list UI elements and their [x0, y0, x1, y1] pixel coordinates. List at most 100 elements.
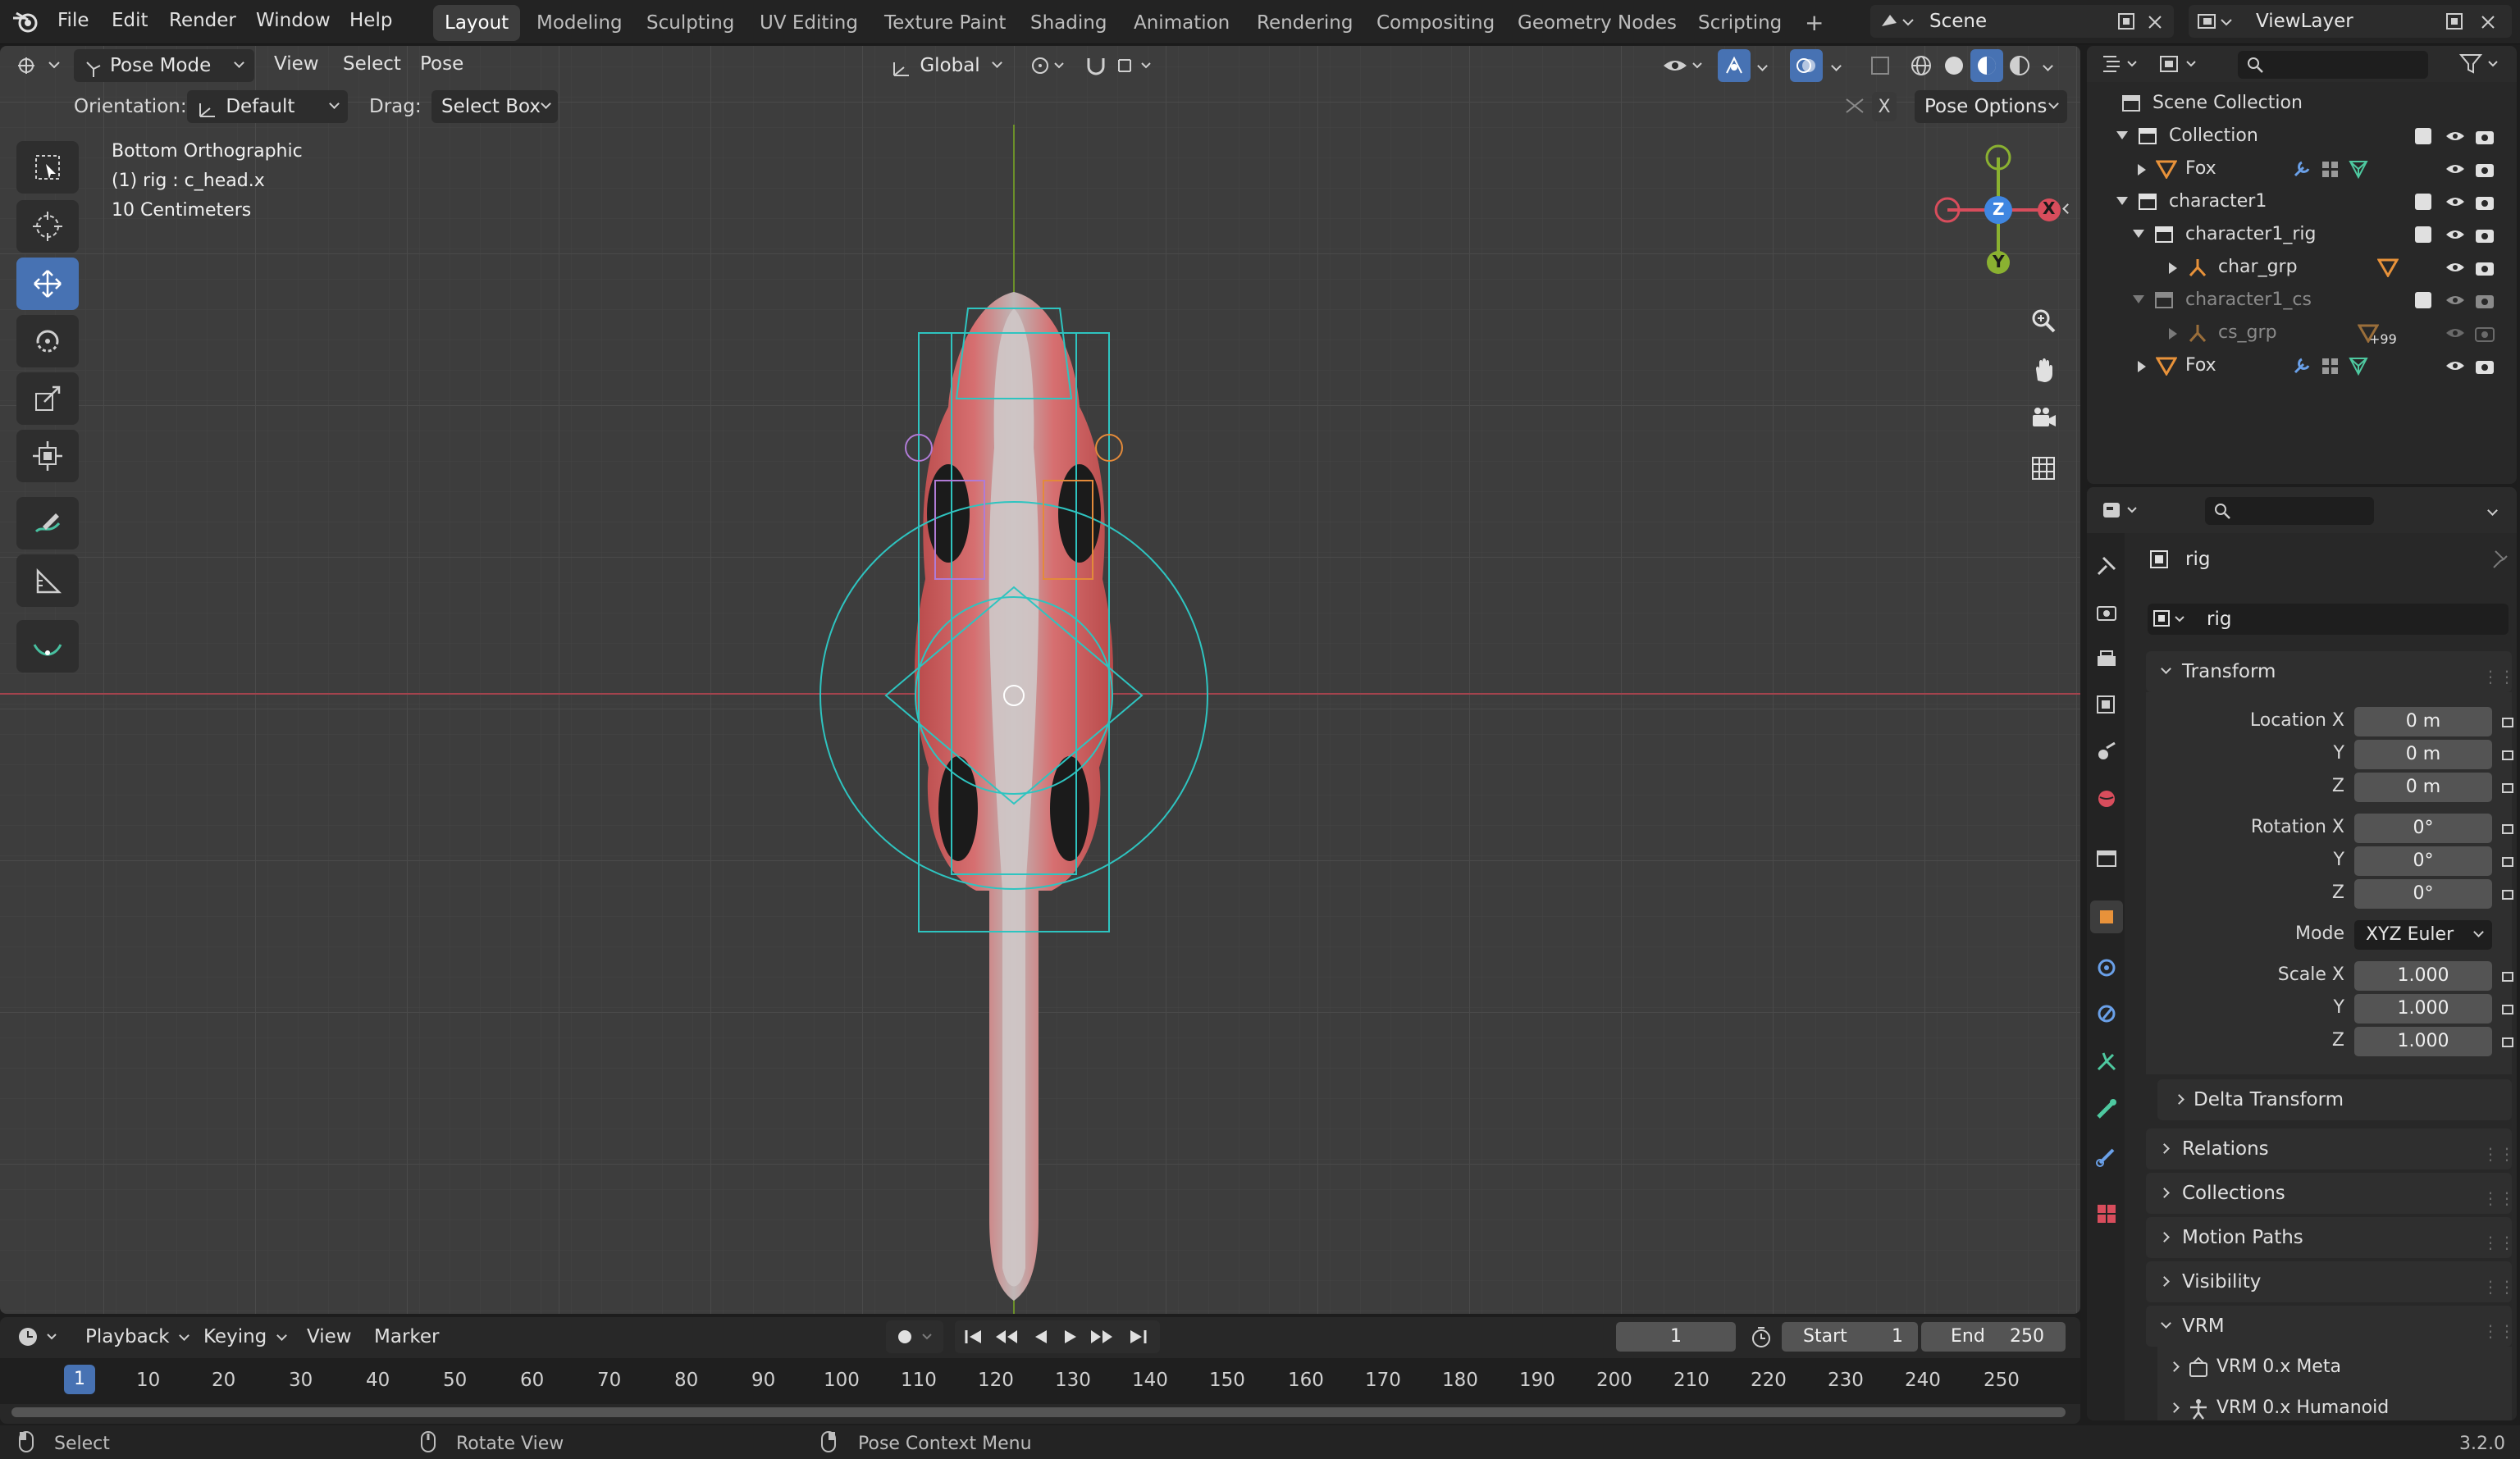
expand-arrow-icon[interactable]: [2169, 262, 2177, 274]
outliner-row-cs-grp[interactable]: cs_grp +99: [2087, 317, 2495, 349]
camera-icon[interactable]: [2474, 192, 2495, 212]
transform-panel-header[interactable]: Transform ⋮⋮: [2146, 651, 2515, 692]
tool-tab-icon[interactable]: [2095, 554, 2118, 577]
orientation-default-dropdown[interactable]: Default: [187, 90, 348, 123]
x-mirror-toggle[interactable]: X: [1872, 92, 1897, 121]
current-frame-indicator[interactable]: 1: [64, 1365, 95, 1394]
properties-search-input[interactable]: [2205, 497, 2374, 525]
output-tab-icon[interactable]: [2095, 648, 2118, 671]
timeline-scrollbar[interactable]: [11, 1407, 2066, 1417]
snap-icon[interactable]: [1080, 49, 1112, 82]
gizmo-toggle-icon[interactable]: [1718, 49, 1751, 82]
shading-rendered-icon[interactable]: [2003, 49, 2036, 82]
rotation-x-field[interactable]: 0°: [2354, 814, 2492, 843]
expand-arrow-icon[interactable]: [2116, 131, 2128, 139]
camera-icon[interactable]: [2474, 159, 2495, 179]
camera-icon[interactable]: [2474, 323, 2495, 343]
jump-end-icon[interactable]: [1127, 1327, 1148, 1347]
camera-view-icon[interactable]: [2023, 399, 2064, 440]
zoom-view-icon[interactable]: [2023, 300, 2064, 341]
view-layer-tab-icon[interactable]: [2095, 694, 2118, 717]
lock-icons[interactable]: [2500, 705, 2517, 1066]
bone-roll-tool[interactable]: [16, 620, 79, 673]
pan-view-icon[interactable]: [2023, 349, 2064, 390]
overlays-dropdown-icon[interactable]: [1824, 49, 1847, 82]
rotation-y-field[interactable]: 0°: [2354, 846, 2492, 876]
drag-handle-icon[interactable]: ⋮⋮: [2482, 1133, 2515, 1174]
world-tab-icon[interactable]: [2095, 787, 2118, 810]
pose-options-dropdown[interactable]: Pose Options: [1915, 90, 2067, 123]
outliner-row-character1-rig[interactable]: character1_rig: [2087, 218, 2494, 251]
view-layer-selector[interactable]: ViewLayer: [2189, 5, 2512, 38]
viewport-menu-view[interactable]: View: [274, 46, 319, 82]
camera-icon[interactable]: [2474, 258, 2495, 277]
tab-scripting[interactable]: Scripting: [1687, 5, 1793, 41]
tab-uv-editing[interactable]: UV Editing: [748, 5, 870, 41]
expand-arrow-icon[interactable]: [2133, 230, 2144, 238]
eye-icon[interactable]: [2445, 226, 2466, 243]
visibility-panel-header[interactable]: Visibility ⋮⋮: [2146, 1261, 2515, 1302]
overlays-toggle-icon[interactable]: [1790, 49, 1823, 82]
vrm-panel-header[interactable]: VRM ⋮⋮: [2146, 1306, 2515, 1347]
tab-animation[interactable]: Animation: [1122, 5, 1241, 41]
shading-material-icon[interactable]: [1970, 49, 2003, 82]
timeline-menu-keying[interactable]: Keying: [203, 1319, 287, 1355]
menu-render[interactable]: Render: [169, 0, 236, 41]
outliner-row-fox[interactable]: Fox: [2087, 153, 2494, 185]
eye-icon[interactable]: [2445, 194, 2466, 210]
properties-options-icon[interactable]: [2476, 494, 2509, 527]
expand-arrow-icon[interactable]: [2138, 361, 2146, 372]
delta-transform-header[interactable]: Delta Transform: [2157, 1079, 2512, 1120]
end-frame-field[interactable]: End 250: [1921, 1322, 2066, 1352]
outliner-row-character1[interactable]: character1: [2087, 185, 2494, 218]
transform-orientation-dropdown[interactable]: Global: [881, 49, 1009, 82]
remove-scene-icon[interactable]: [2146, 13, 2164, 31]
tab-shading[interactable]: Shading: [1019, 5, 1118, 41]
timeline-menu-marker[interactable]: Marker: [374, 1319, 440, 1355]
measure-tool[interactable]: [16, 554, 79, 607]
eye-icon[interactable]: [2445, 128, 2466, 144]
add-workspace-button[interactable]: +: [1793, 5, 1835, 41]
drag-handle-icon[interactable]: ⋮⋮: [2482, 1266, 2515, 1307]
expand-arrow-icon[interactable]: [2116, 197, 2128, 205]
camera-icon[interactable]: [2474, 290, 2495, 310]
relations-panel-header[interactable]: Relations ⋮⋮: [2146, 1128, 2515, 1169]
shading-wireframe-icon[interactable]: [1905, 49, 1938, 82]
current-frame-field[interactable]: 1: [1616, 1322, 1736, 1352]
viewport-menu-select[interactable]: Select: [343, 46, 401, 82]
filter-icon[interactable]: [2456, 48, 2505, 80]
jump-keyframe-forward-icon[interactable]: [1089, 1327, 1114, 1347]
gizmo-dropdown-icon[interactable]: [1751, 49, 1774, 82]
vrm-humanoid-row[interactable]: VRM 0.x Humanoid: [2157, 1388, 2512, 1420]
object-tab-icon[interactable]: [2090, 900, 2123, 933]
jump-keyframe-back-icon[interactable]: [994, 1327, 1019, 1347]
annotate-tool[interactable]: [16, 497, 79, 549]
scale-tool[interactable]: [16, 372, 79, 425]
viewport-menu-pose[interactable]: Pose: [420, 46, 463, 82]
drag-handle-icon[interactable]: ⋮⋮: [2482, 1222, 2515, 1263]
checkbox-icon[interactable]: [2415, 194, 2431, 210]
eye-icon[interactable]: [2445, 161, 2466, 177]
expand-arrow-icon[interactable]: [2138, 164, 2146, 176]
menu-edit[interactable]: Edit: [112, 0, 148, 41]
render-tab-icon[interactable]: [2095, 600, 2118, 623]
play-icon[interactable]: [1060, 1327, 1081, 1347]
drag-handle-icon[interactable]: ⋮⋮: [2482, 1311, 2515, 1352]
outliner-editor-type-icon[interactable]: [2098, 48, 2144, 80]
checkbox-icon[interactable]: [2415, 226, 2431, 243]
menu-help[interactable]: Help: [349, 0, 392, 41]
camera-icon[interactable]: [2474, 356, 2495, 376]
mode-selector[interactable]: Pose Mode: [74, 49, 254, 82]
shading-solid-icon[interactable]: [1938, 49, 1970, 82]
tab-sculpting[interactable]: Sculpting: [635, 5, 746, 41]
modifiers-tab-icon[interactable]: [2095, 956, 2118, 979]
location-y-field[interactable]: 0 m: [2354, 740, 2492, 769]
transform-tool[interactable]: [16, 430, 79, 482]
drag-handle-icon[interactable]: ⋮⋮: [2482, 1178, 2515, 1219]
collections-panel-header[interactable]: Collections ⋮⋮: [2146, 1173, 2515, 1214]
pose-mirror-icon[interactable]: [1842, 92, 1867, 121]
tab-rendering[interactable]: Rendering: [1245, 5, 1364, 41]
expand-arrow-icon[interactable]: [2169, 328, 2177, 340]
expand-arrow-icon[interactable]: [2133, 295, 2144, 303]
snap-target-icon[interactable]: [1112, 49, 1162, 82]
